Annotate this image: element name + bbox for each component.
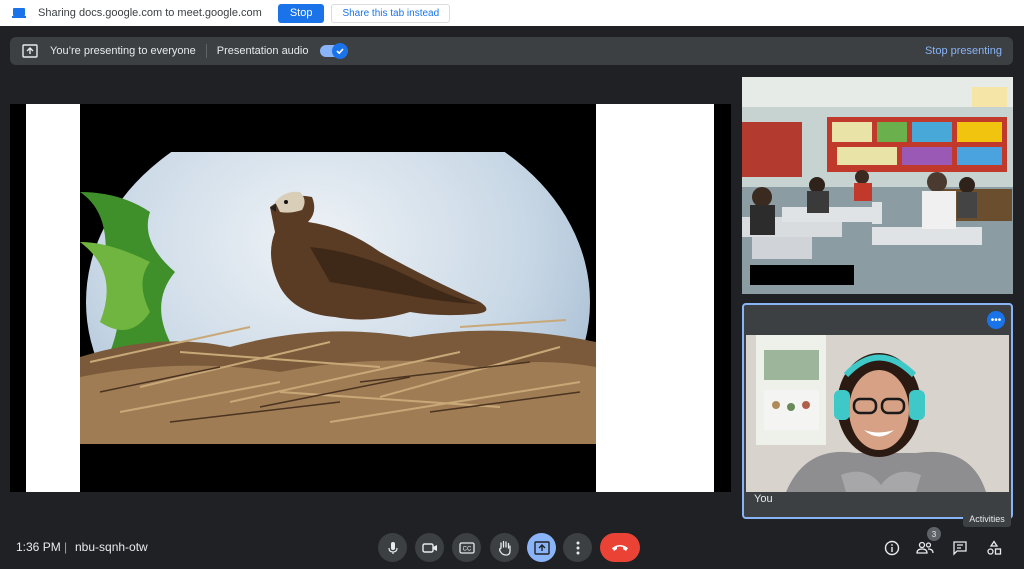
banner-divider	[205, 44, 207, 58]
activities-tooltip: Activities	[963, 511, 1011, 527]
leave-call-button[interactable]	[600, 533, 640, 562]
participant-tile-classroom[interactable]	[742, 77, 1013, 294]
more-options-dots-icon[interactable]: •••	[987, 311, 1005, 329]
camera-button[interactable]	[415, 533, 444, 562]
meeting-details-button[interactable]	[881, 537, 903, 559]
slide-margin-right	[596, 104, 714, 492]
info-icon	[884, 540, 900, 556]
share-this-tab-button[interactable]: Share this tab instead	[331, 3, 451, 23]
sharing-bar: Sharing docs.google.com to meet.google.c…	[0, 0, 1024, 26]
present-now-button[interactable]	[527, 533, 556, 562]
footer-separator: |	[64, 540, 68, 554]
activities-button[interactable]	[983, 537, 1005, 559]
camera-icon	[421, 542, 437, 553]
meeting-time: 1:36 PM	[16, 540, 61, 554]
present-screen-icon	[22, 44, 38, 58]
more-options-icon	[576, 541, 579, 554]
presenting-banner: You’re presenting to everyone Presentati…	[10, 37, 1013, 65]
chat-button[interactable]	[949, 537, 971, 559]
screen-share-icon	[12, 8, 26, 18]
presentation-audio-label: Presentation audio	[216, 45, 309, 57]
activities-icon	[987, 540, 1002, 555]
self-name-label: You	[754, 493, 773, 505]
present-icon	[533, 540, 550, 555]
stop-sharing-button[interactable]: Stop	[277, 3, 325, 23]
raise-hand-icon	[498, 540, 511, 556]
captions-button[interactable]: CC	[452, 533, 481, 562]
stop-presenting-button[interactable]: Stop presenting	[925, 45, 1002, 57]
presenting-status: You’re presenting to everyone	[50, 45, 196, 57]
participant-tile-self[interactable]: ••• You	[742, 303, 1013, 519]
captions-icon: CC	[458, 541, 475, 554]
raise-hand-button[interactable]	[490, 533, 519, 562]
chat-icon	[953, 541, 967, 556]
participant-count-badge: 3	[927, 527, 941, 541]
shared-presentation	[10, 104, 731, 492]
sharing-text: Sharing docs.google.com to meet.google.c…	[38, 7, 262, 19]
svg-text:CC: CC	[462, 546, 471, 552]
slide-margin-left	[26, 104, 80, 492]
mic-icon	[387, 541, 398, 554]
meeting-code: nbu-sqnh-otw	[75, 540, 148, 554]
osprey-nest-photo	[80, 152, 596, 444]
check-icon	[332, 43, 349, 59]
microphone-button[interactable]	[378, 533, 407, 562]
people-icon	[916, 541, 934, 554]
leave-call-icon	[612, 544, 628, 551]
classroom-video	[742, 77, 1013, 294]
more-options-button[interactable]	[563, 533, 592, 562]
self-video	[746, 335, 1009, 492]
presentation-audio-toggle[interactable]	[320, 43, 349, 59]
